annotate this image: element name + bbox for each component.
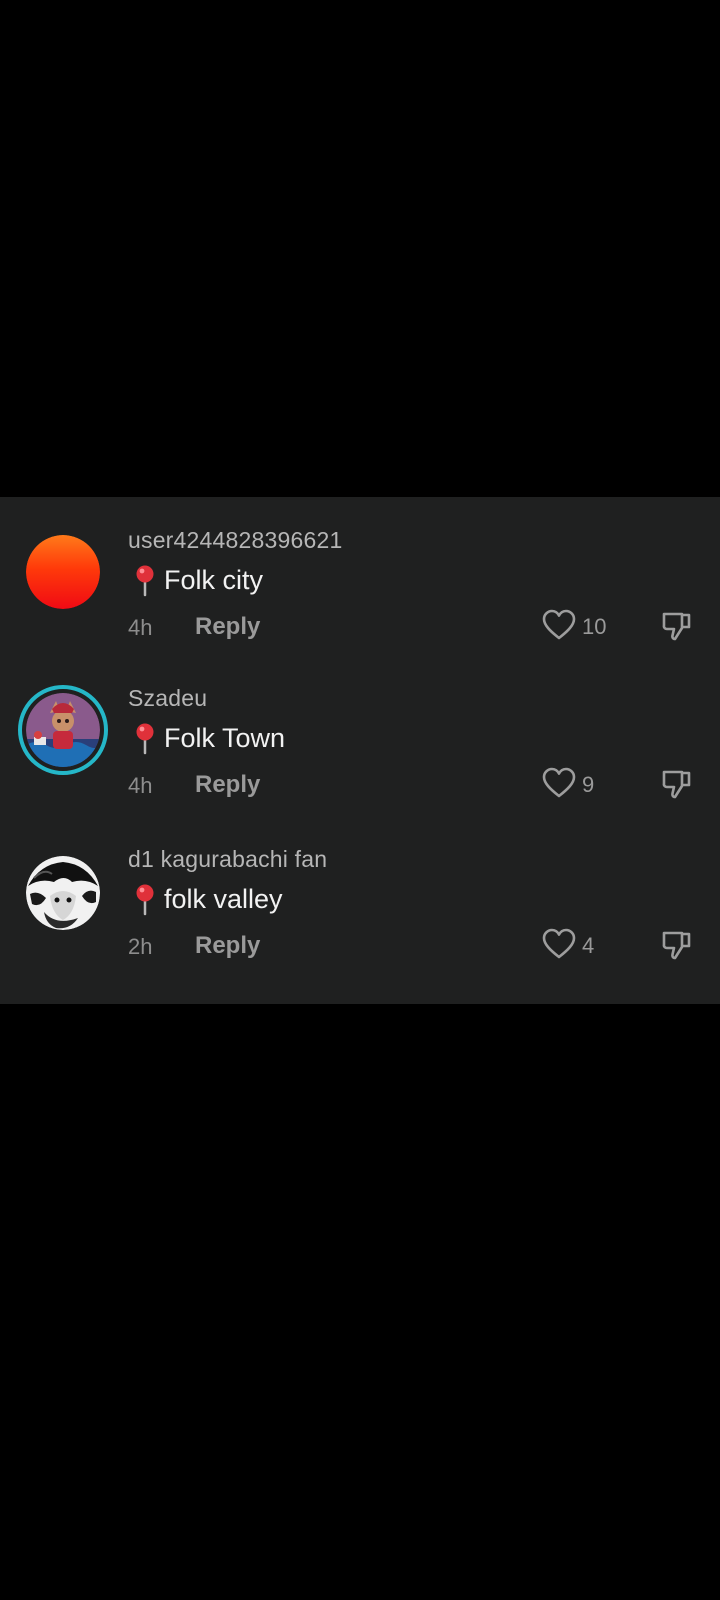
comment-item: Szadeu Folk Town 4h Reply 9 [0,685,720,835]
comment-time: 4h [128,615,153,640]
like-button[interactable]: 9 [542,765,594,805]
reply-button[interactable]: Reply [195,613,260,641]
like-count: 9 [582,772,595,797]
comment-username[interactable]: Szadeu [128,685,207,712]
comment-text-value: folk valley [164,883,283,914]
like-button[interactable]: 4 [542,926,594,966]
comment-text-value: Folk city [164,564,264,595]
heart-outline-icon [542,767,576,804]
comment-time: 4h [128,773,153,798]
thumbs-down-outline-icon [660,608,694,647]
dislike-button[interactable] [657,926,697,966]
like-button[interactable]: 10 [542,607,606,647]
dislike-button[interactable] [657,607,697,647]
comment-username[interactable]: user4244828396621 [128,527,342,554]
avatar[interactable] [26,535,100,609]
comments-panel: user4244828396621 Folk city 4h Reply 10 [0,497,720,1004]
thumbs-down-outline-icon [660,927,694,966]
reply-button[interactable]: Reply [195,932,260,960]
heart-outline-icon [542,609,576,646]
comment-username[interactable]: d1 kagurabachi fan [128,846,327,873]
dislike-button[interactable] [657,765,697,805]
heart-outline-icon [542,928,576,965]
reply-button[interactable]: Reply [195,771,260,799]
comment-text: folk valley [128,882,283,916]
like-count: 10 [582,614,607,639]
comment-text-value: Folk Town [164,722,286,753]
thumbs-down-outline-icon [660,766,694,805]
comment-time: 2h [128,934,153,959]
avatar[interactable] [18,685,108,775]
like-count: 4 [582,933,595,958]
comment-item: user4244828396621 Folk city 4h Reply 10 [0,527,720,677]
pin-icon [128,563,162,597]
avatar[interactable] [26,856,100,930]
comment-text: Folk Town [128,721,285,755]
comment-text: Folk city [128,563,263,597]
comment-item: d1 kagurabachi fan folk valley 2h Reply … [0,846,720,996]
pin-icon [128,882,162,916]
pin-icon [128,721,162,755]
avatar-image [26,693,100,767]
